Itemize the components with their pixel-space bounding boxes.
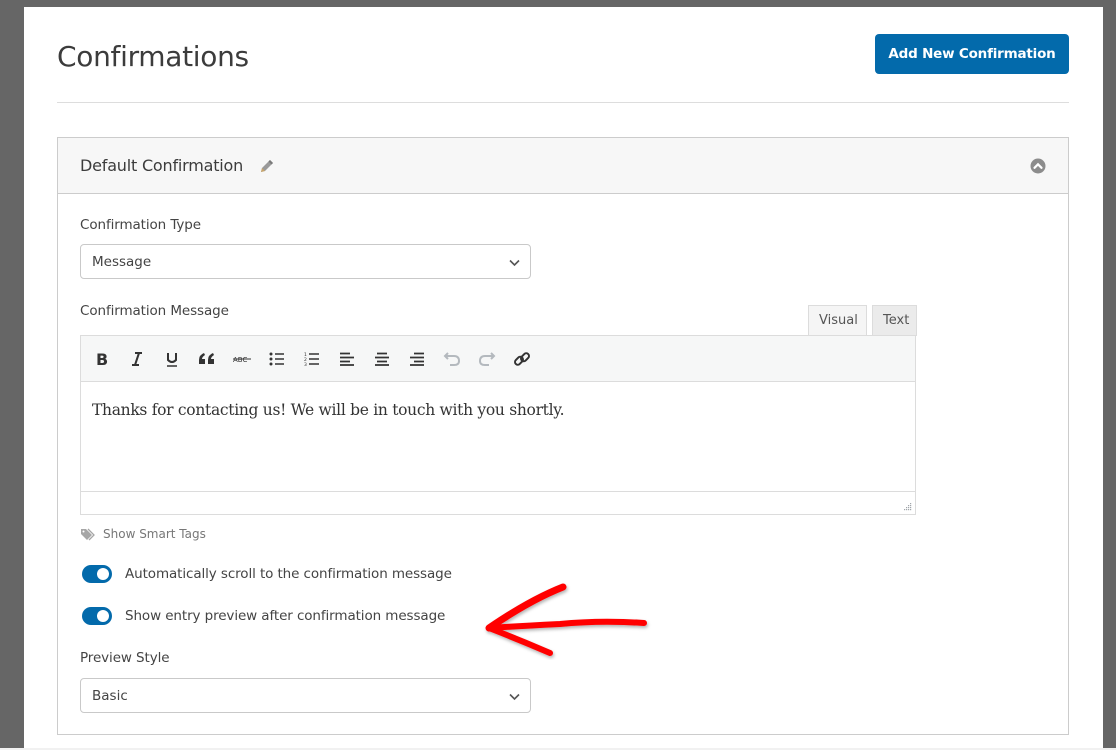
show-smart-tags-link[interactable]: Show Smart Tags (80, 527, 206, 541)
auto-scroll-label: Automatically scroll to the confirmation… (125, 566, 452, 582)
title-divider (57, 102, 1069, 103)
auto-scroll-toggle[interactable] (82, 565, 112, 583)
panel-title: Default Confirmation (80, 156, 244, 175)
chevron-down-icon (509, 693, 520, 701)
chevron-down-icon (509, 259, 520, 267)
entry-preview-toggle-row: Show entry preview after confirmation me… (82, 607, 445, 625)
underline-icon[interactable] (160, 347, 184, 371)
preview-style-value: Basic (92, 688, 128, 704)
show-smart-tags-label: Show Smart Tags (103, 527, 206, 541)
strikethrough-icon[interactable]: ABC (230, 347, 254, 371)
auto-scroll-toggle-row: Automatically scroll to the confirmation… (82, 565, 452, 583)
panel-header[interactable]: Default Confirmation (58, 138, 1068, 194)
confirmation-type-value: Message (92, 254, 152, 270)
bullet-list-icon[interactable] (265, 347, 289, 371)
svg-text:B: B (96, 351, 108, 367)
confirmation-type-select[interactable]: Message (80, 244, 531, 279)
numbered-list-icon[interactable]: 123 (300, 347, 324, 371)
message-editor: B ABC 123 Thanks for contacting us! We w… (80, 335, 916, 515)
svg-text:ABC: ABC (233, 356, 247, 364)
pencil-icon[interactable] (259, 158, 275, 174)
align-left-icon[interactable] (335, 347, 359, 371)
toggle-knob (97, 568, 109, 580)
tab-text[interactable]: Text (872, 305, 917, 336)
entry-preview-label: Show entry preview after confirmation me… (125, 608, 446, 624)
confirmations-page: Confirmations Add New Confirmation Defau… (24, 7, 1103, 748)
editor-status-bar (81, 491, 915, 514)
svg-text:3: 3 (304, 362, 307, 366)
confirmation-message-label: Confirmation Message (80, 303, 229, 319)
tags-icon (81, 528, 95, 540)
tab-visual[interactable]: Visual (808, 305, 867, 336)
default-confirmation-panel: Default Confirmation Confirmation Type M… (57, 137, 1069, 735)
undo-icon[interactable] (440, 347, 464, 371)
align-right-icon[interactable] (405, 347, 429, 371)
add-new-confirmation-button[interactable]: Add New Confirmation (875, 34, 1069, 74)
link-icon[interactable] (510, 347, 534, 371)
preview-style-label: Preview Style (80, 650, 170, 666)
bold-icon[interactable]: B (90, 347, 114, 371)
chevron-up-circle-icon[interactable] (1030, 158, 1046, 174)
resize-handle-icon[interactable] (902, 501, 912, 511)
editor-toolbar: B ABC 123 (81, 336, 915, 382)
preview-style-select[interactable]: Basic (80, 678, 531, 713)
entry-preview-toggle[interactable] (82, 607, 112, 625)
align-center-icon[interactable] (370, 347, 394, 371)
italic-icon[interactable] (125, 347, 149, 371)
page-title: Confirmations (57, 40, 249, 73)
confirmation-type-label: Confirmation Type (80, 217, 201, 233)
redo-icon[interactable] (475, 347, 499, 371)
quote-icon[interactable] (195, 347, 219, 371)
toggle-knob (97, 610, 109, 622)
editor-content[interactable]: Thanks for contacting us! We will be in … (81, 382, 915, 492)
